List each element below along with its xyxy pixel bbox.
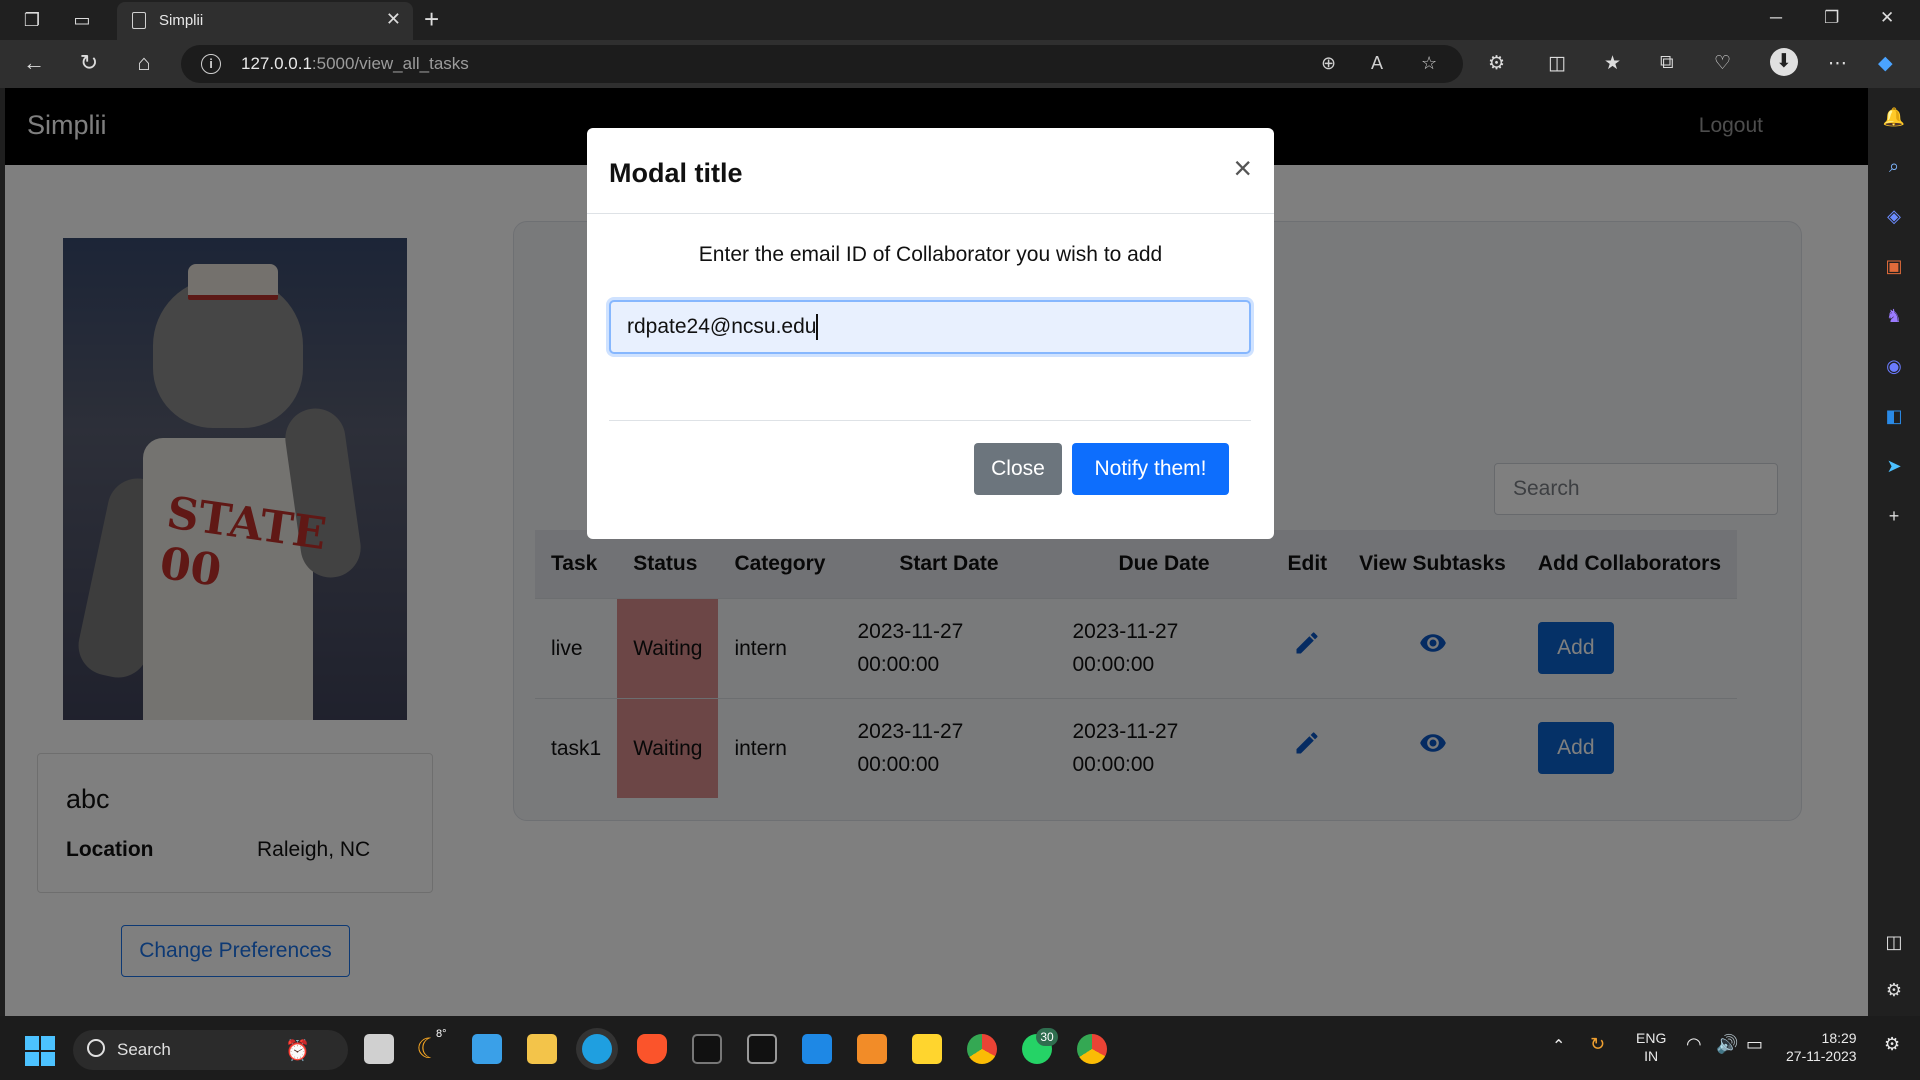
hide-sidebar-icon[interactable]: ◫ xyxy=(1882,930,1906,954)
favorites-icon[interactable]: ★ xyxy=(1604,52,1621,75)
browser-toolbar: ← ↻ ⌂ i 127.0.0.1:5000/view_all_tasks ⊕ … xyxy=(0,40,1920,88)
close-button[interactable]: Close xyxy=(974,443,1062,495)
extensions-icon[interactable]: ⚙ xyxy=(1488,52,1505,75)
url-text: 127.0.0.1:5000/view_all_tasks xyxy=(241,54,469,73)
notify-button[interactable]: Notify them! xyxy=(1072,443,1229,495)
search-icon xyxy=(87,1039,105,1057)
search-sidebar-icon[interactable]: ⌕ xyxy=(1882,154,1906,178)
page-icon xyxy=(132,12,146,29)
weather-temp: 8° xyxy=(436,1028,447,1040)
microsoft-365-icon[interactable]: ◉ xyxy=(1882,354,1906,378)
window-close-icon[interactable]: ✕ xyxy=(1880,8,1894,28)
wifi-icon[interactable]: ◠ xyxy=(1686,1034,1702,1055)
task-view-icon[interactable] xyxy=(364,1034,394,1064)
command-prompt-icon[interactable] xyxy=(747,1034,777,1064)
modal-prompt: Enter the email ID of Collaborator you w… xyxy=(698,243,1163,266)
site-info-icon[interactable]: i xyxy=(201,54,221,74)
chrome-profile-icon[interactable] xyxy=(1077,1034,1107,1064)
collaborator-email-input[interactable]: rdpate24@ncsu.edu xyxy=(609,300,1251,354)
back-icon[interactable]: ← xyxy=(20,50,48,76)
tools-briefcase-icon[interactable]: ▣ xyxy=(1882,254,1906,278)
add-collaborator-modal: Modal title × Enter the email ID of Coll… xyxy=(587,128,1274,539)
browser-tab-bar: ❐ ▭ Simplii ✕ + ─ ❐ ✕ xyxy=(0,0,1920,40)
sidebar-settings-icon[interactable]: ⚙ xyxy=(1882,978,1906,1002)
file-explorer-icon[interactable] xyxy=(527,1034,557,1064)
show-hidden-icons-icon[interactable]: ⌃ xyxy=(1552,1036,1565,1056)
address-bar[interactable]: i 127.0.0.1:5000/view_all_tasks ⊕ A ☆ xyxy=(181,45,1463,83)
notifications-bell-icon[interactable]: 🔔 xyxy=(1882,105,1906,129)
language-indicator[interactable]: ENG IN xyxy=(1636,1029,1666,1065)
workspaces-icon[interactable]: ❐ xyxy=(20,8,44,32)
taskbar-search[interactable]: Search ⏰ xyxy=(73,1030,348,1070)
vscode-icon[interactable] xyxy=(802,1034,832,1064)
zoom-icon[interactable]: ⊕ xyxy=(1321,53,1336,74)
copilot-icon[interactable]: ◆ xyxy=(1878,52,1893,75)
search-highlight-icon: ⏰ xyxy=(285,1040,310,1062)
minimize-icon[interactable]: ─ xyxy=(1770,8,1782,28)
outlook-icon[interactable]: ◧ xyxy=(1882,404,1906,428)
desktop-app-icon[interactable] xyxy=(472,1034,502,1064)
windows-taskbar: Search ⏰ ☾ 8° 30 ⌃ ↻ ENG IN ◠ 🔊 ▭ 18:29 27… xyxy=(0,1016,1920,1080)
page-viewport: Simplii Logout STATE00 abc Location Rale… xyxy=(5,88,1868,1016)
shopping-tag-icon[interactable]: ◈ xyxy=(1882,204,1906,228)
read-aloud-icon[interactable]: A xyxy=(1371,53,1383,74)
profile-download-icon[interactable]: ⬇ xyxy=(1770,48,1798,76)
edge-browser-icon[interactable] xyxy=(582,1034,612,1064)
more-menu-icon[interactable]: ⋯ xyxy=(1828,52,1847,75)
split-screen-icon[interactable]: ◫ xyxy=(1548,52,1566,75)
sticky-notes-icon[interactable] xyxy=(912,1034,942,1064)
favorite-star-icon[interactable]: ☆ xyxy=(1421,53,1437,74)
collections-icon[interactable]: ⧉ xyxy=(1660,52,1674,74)
clock[interactable]: 18:29 27-11-2023 xyxy=(1786,1029,1857,1065)
drop-send-icon[interactable]: ➤ xyxy=(1882,454,1906,478)
add-sidebar-app-icon[interactable]: + xyxy=(1882,504,1906,528)
volume-icon[interactable]: 🔊 xyxy=(1716,1034,1738,1055)
performance-icon[interactable]: ♡ xyxy=(1714,52,1731,75)
modal-close-icon[interactable]: × xyxy=(1233,150,1252,187)
modal-title: Modal title xyxy=(609,158,743,188)
brave-browser-icon[interactable] xyxy=(637,1034,667,1064)
browser-tab[interactable]: Simplii ✕ xyxy=(117,2,413,40)
notification-center-icon[interactable]: ⚙ xyxy=(1884,1034,1900,1055)
windows-start-icon[interactable] xyxy=(25,1036,55,1066)
sync-icon[interactable]: ↻ xyxy=(1590,1034,1605,1055)
home-icon[interactable]: ⌂ xyxy=(130,50,158,76)
edge-sidebar: 🔔 ⌕ ◈ ▣ ♞ ◉ ◧ ➤ + ◫ ⚙ xyxy=(1868,88,1920,1016)
whatsapp-badge: 30 xyxy=(1036,1028,1058,1046)
sublime-text-icon[interactable] xyxy=(857,1034,887,1064)
terminal-icon[interactable] xyxy=(692,1034,722,1064)
tab-close-icon[interactable]: ✕ xyxy=(386,9,401,30)
taskbar-search-label: Search xyxy=(117,1040,171,1059)
text-caret xyxy=(816,314,818,341)
chrome-icon[interactable] xyxy=(967,1034,997,1064)
new-tab-icon[interactable]: + xyxy=(424,6,439,32)
tab-title: Simplii xyxy=(159,12,204,29)
modal-divider xyxy=(587,213,1274,214)
games-icon[interactable]: ♞ xyxy=(1882,304,1906,328)
tab-actions-icon[interactable]: ▭ xyxy=(70,8,94,32)
modal-divider xyxy=(609,420,1251,421)
battery-icon[interactable]: ▭ xyxy=(1746,1034,1763,1055)
refresh-icon[interactable]: ↻ xyxy=(75,50,103,76)
restore-icon[interactable]: ❐ xyxy=(1824,8,1839,28)
